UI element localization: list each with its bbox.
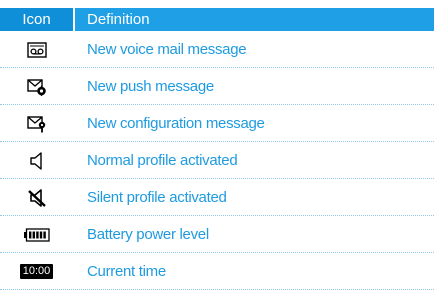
definition-text: New push message — [87, 78, 214, 95]
table-row: New configuration message — [0, 105, 434, 142]
table-row: New voice mail message — [0, 31, 434, 68]
table-header: Icon Definition — [0, 8, 434, 31]
definition-text: Battery power level — [87, 226, 209, 243]
header-definition-column: Definition — [75, 8, 434, 31]
table-row: 10:00 Current time — [0, 253, 434, 290]
definition-text: Silent profile activated — [87, 189, 227, 206]
speaker-icon — [29, 151, 45, 170]
battery-icon — [23, 227, 50, 242]
table-row: New push message — [0, 68, 434, 105]
clock-icon: 10:00 — [19, 264, 54, 279]
table-row: Silent profile activated — [0, 179, 434, 216]
icon-definition-table: Icon Definition New voice mail message N… — [0, 8, 434, 290]
push-message-icon — [26, 78, 47, 96]
configuration-message-icon — [26, 115, 47, 133]
speaker-muted-icon — [27, 188, 46, 207]
voicemail-icon — [26, 41, 47, 58]
header-icon-column: Icon — [0, 8, 73, 31]
table-row: Battery power level — [0, 216, 434, 253]
definition-text: New voice mail message — [87, 41, 247, 58]
table-row: Normal profile activated — [0, 142, 434, 179]
definition-text: Normal profile activated — [87, 152, 238, 169]
definition-text: New configuration message — [87, 115, 265, 132]
definition-text: Current time — [87, 263, 166, 280]
